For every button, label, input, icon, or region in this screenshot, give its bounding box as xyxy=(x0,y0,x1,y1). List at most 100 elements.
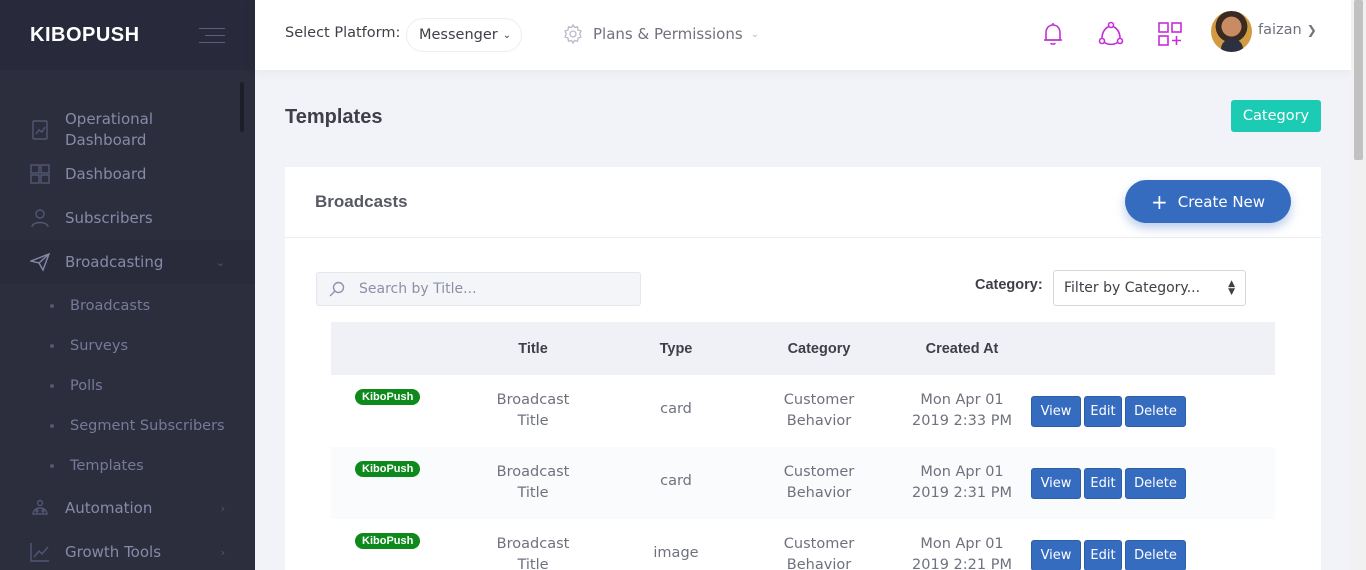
chevron-down-icon: ⌄ xyxy=(750,28,760,40)
username: faizan xyxy=(1258,22,1302,38)
sidebar-item-broadcasting[interactable]: Broadcasting ⌄ xyxy=(0,240,255,284)
bullet-icon xyxy=(50,304,54,308)
plans-permissions-menu[interactable]: Plans & Permissions ⌄ xyxy=(563,23,760,45)
category-cell: Customer Behavior xyxy=(735,519,903,570)
sidebar-subitem-label: Polls xyxy=(70,378,103,394)
panel-header: Broadcasts + Create New xyxy=(285,167,1321,238)
search-box xyxy=(316,272,641,306)
chevron-down-icon: ❯ xyxy=(1306,23,1317,37)
gear-icon xyxy=(563,23,583,45)
sidebar-item-label: Subscribers xyxy=(65,208,153,227)
sidebar-item-subscribers[interactable]: Subscribers xyxy=(0,196,255,240)
robot-icon xyxy=(30,498,50,518)
type-cell: card xyxy=(660,401,692,417)
title-cell: Broadcast Title xyxy=(449,375,617,447)
delete-button[interactable]: Delete xyxy=(1125,395,1186,427)
date-cell: Mon Apr 01 2019 2:33 PM xyxy=(903,375,1021,447)
broadcasting-submenu: Broadcasts Surveys Polls Segment Subscri… xyxy=(0,284,255,486)
sidebar-subitem-label: Segment Subscribers xyxy=(70,418,225,434)
search-icon xyxy=(329,281,345,297)
category-line: Customer xyxy=(783,464,855,480)
sidebar-item-automation[interactable]: Automation › xyxy=(0,486,255,530)
share-network-icon[interactable] xyxy=(1098,21,1124,47)
sort-arrows-icon: ▲ ▼ xyxy=(1228,279,1235,297)
badge-cell: KiboPush xyxy=(331,519,449,570)
bullet-icon xyxy=(50,384,54,388)
avatar[interactable] xyxy=(1211,11,1252,52)
menu-toggle-icon[interactable] xyxy=(199,27,225,43)
category-line: Customer xyxy=(783,392,855,408)
sidebar-subitem-templates[interactable]: Templates xyxy=(0,446,255,486)
sidebar-subitem-surveys[interactable]: Surveys xyxy=(0,326,255,366)
type-cell: image xyxy=(653,545,699,561)
templates-table: Title Type Category Created At KiboPush … xyxy=(331,322,1275,570)
bullet-icon xyxy=(50,464,54,468)
kibopush-badge: KiboPush xyxy=(355,389,421,405)
edit-button[interactable]: Edit xyxy=(1084,467,1122,499)
category-line: Behavior xyxy=(786,557,852,570)
sidebar-item-label: Automation xyxy=(65,498,153,517)
user-menu[interactable]: faizan ❯ xyxy=(1258,22,1317,38)
table-row: KiboPush Broadcast Title card Customer Beh… xyxy=(331,447,1275,519)
category-filter-select[interactable]: Filter by Category... ▲ ▼ xyxy=(1053,270,1246,306)
category-filter-label: Category: xyxy=(975,277,1043,293)
kibopush-badge: KiboPush xyxy=(355,533,421,549)
paper-plane-icon xyxy=(30,252,50,272)
title-cell: Broadcast Title xyxy=(449,519,617,570)
date-line: 2019 2:33 PM xyxy=(912,413,1012,429)
date-line: Mon Apr 01 xyxy=(920,536,1004,552)
sidebar-item-label: Broadcasting xyxy=(65,252,164,271)
sidebar-subitem-segment-subscribers[interactable]: Segment Subscribers xyxy=(0,406,255,446)
edit-button[interactable]: Edit xyxy=(1084,395,1122,427)
notification-bell-icon[interactable] xyxy=(1040,21,1066,47)
badge-cell: KiboPush xyxy=(331,447,449,519)
sidebar-item-operational-dashboard[interactable]: Operational Dashboard xyxy=(0,108,255,152)
date-line: Mon Apr 01 xyxy=(920,392,1004,408)
sidebar-item-dashboard[interactable]: Dashboard xyxy=(0,152,255,196)
view-button[interactable]: View xyxy=(1031,539,1081,570)
title-line: Broadcast xyxy=(496,392,570,408)
brand-bar: KIBOPUSH xyxy=(0,0,255,70)
apps-grid-icon[interactable] xyxy=(1157,21,1183,47)
view-button[interactable]: View xyxy=(1031,467,1081,499)
date-cell: Mon Apr 01 2019 2:21 PM xyxy=(903,519,1021,570)
category-filter-value: Filter by Category... xyxy=(1064,280,1201,296)
table-row: KiboPush Broadcast Title card Customer Beh… xyxy=(331,375,1275,447)
view-button[interactable]: View xyxy=(1031,395,1081,427)
sidebar-subitem-label: Surveys xyxy=(70,338,128,354)
sidebar-nav: Operational Dashboard Dashboard Subscrib… xyxy=(0,108,255,570)
sidebar-subitem-label: Broadcasts xyxy=(70,298,151,314)
actions-cell: View Edit Delete xyxy=(1021,447,1275,519)
sidebar: KIBOPUSH Operational Dashboard Dashboard… xyxy=(0,0,255,570)
chevron-right-icon: › xyxy=(220,501,225,515)
chart-icon xyxy=(30,120,50,140)
page-scrollbar-thumb[interactable] xyxy=(1354,0,1363,160)
category-button[interactable]: Category xyxy=(1231,100,1321,132)
badge-cell: KiboPush xyxy=(331,375,449,447)
category-cell: Customer Behavior xyxy=(735,447,903,519)
title-line: Broadcast xyxy=(496,464,570,480)
date-line: 2019 2:31 PM xyxy=(912,485,1012,501)
delete-button[interactable]: Delete xyxy=(1125,539,1186,570)
platform-select-value: Messenger xyxy=(419,27,498,43)
platform-select[interactable]: Messenger ⌄ xyxy=(406,18,522,52)
sidebar-subitem-broadcasts[interactable]: Broadcasts xyxy=(0,286,255,326)
title-line: Broadcast xyxy=(496,536,570,552)
sidebar-item-growth-tools[interactable]: Growth Tools › xyxy=(0,530,255,570)
category-cell: Customer Behavior xyxy=(735,375,903,447)
sidebar-subitem-polls[interactable]: Polls xyxy=(0,366,255,406)
sidebar-subitem-label: Templates xyxy=(70,458,144,474)
date-cell: Mon Apr 01 2019 2:31 PM xyxy=(903,447,1021,519)
search-input[interactable] xyxy=(359,281,619,297)
date-line: Mon Apr 01 xyxy=(920,464,1004,480)
category-line: Behavior xyxy=(786,485,852,501)
grid-icon xyxy=(30,164,50,184)
platform-label: Select Platform: xyxy=(285,25,401,41)
create-new-button[interactable]: + Create New xyxy=(1125,180,1291,223)
delete-button[interactable]: Delete xyxy=(1125,467,1186,499)
growth-chart-icon xyxy=(30,542,50,562)
edit-button[interactable]: Edit xyxy=(1084,539,1122,570)
chevron-right-icon: › xyxy=(220,545,225,559)
page-scrollbar[interactable] xyxy=(1351,0,1366,570)
category-line: Customer xyxy=(783,536,855,552)
